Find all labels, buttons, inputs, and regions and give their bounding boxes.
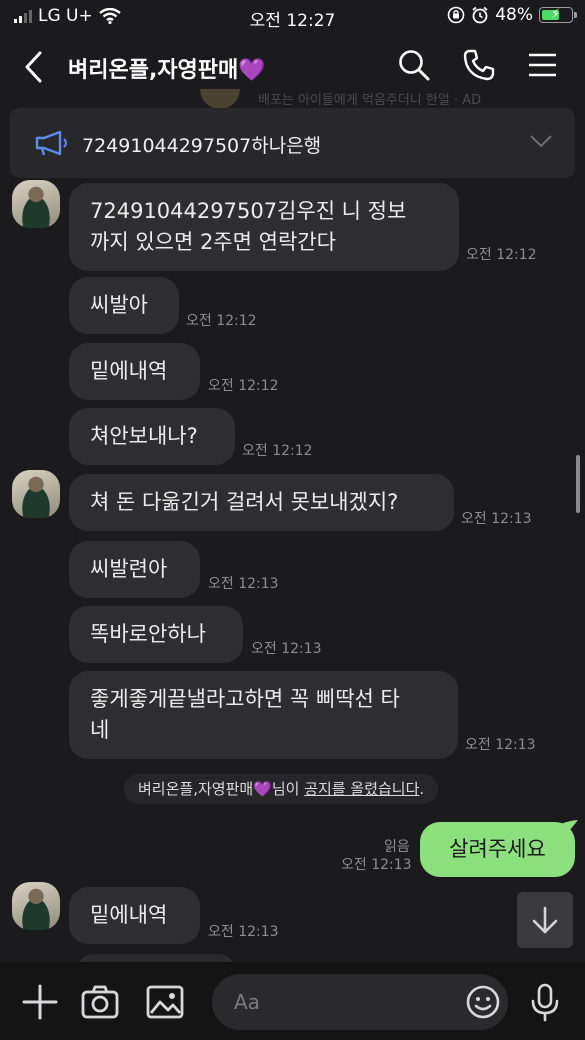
message-time: 오전 12:12 — [186, 313, 257, 329]
purple-heart-icon: 💜 — [238, 58, 266, 83]
smiley-icon[interactable] — [463, 982, 503, 1022]
system-notice-message: 벼리온플,자영판매💜님이 공지를 올렸습니다. — [124, 774, 439, 804]
message-time: 오전 12:12 — [242, 443, 313, 459]
message-line: 까지 있으면 2주면 연락간다 — [90, 230, 336, 254]
notice-link[interactable]: 공지를 올렸습니다 — [304, 780, 419, 798]
input-bar — [0, 962, 585, 1040]
message-bubble: 쳐 돈 다욺긴거 걸려서 못보내겠지? — [69, 474, 454, 531]
status-right: 48% ⚡ — [447, 5, 577, 25]
system-end: . — [419, 780, 425, 798]
sender-avatar[interactable] — [12, 180, 60, 228]
sender-avatar[interactable] — [12, 882, 60, 930]
pinned-notice[interactable]: 72491044297507하나은행 — [10, 108, 575, 178]
chat-title-text: 벼리온플,자영판매 — [68, 58, 239, 83]
orientation-lock-icon — [447, 6, 465, 24]
my-message-text: 살려주세요 — [449, 837, 546, 861]
message-time: 오전 12:13 — [465, 737, 536, 753]
arrow-down-icon — [532, 906, 558, 934]
message-time: 오전 12:13 — [461, 511, 532, 527]
scrollbar[interactable] — [576, 455, 580, 513]
message-time: 오전 12:13 — [251, 641, 322, 657]
message-text: 씨발아 — [90, 293, 148, 317]
message-bubble: 밑에내역 — [69, 343, 200, 400]
message-time: 오전 12:13 — [208, 576, 279, 592]
message-bubble: 쳐안보내나? — [69, 408, 235, 465]
hamburger-menu-icon[interactable] — [526, 48, 560, 82]
message-text: 쳐안보내나? — [90, 424, 198, 448]
message-bubble: 좋게좋게끝낼라고하면 꼭 삐딱선 타 네 — [69, 671, 458, 759]
scroll-to-bottom-button[interactable] — [517, 892, 573, 948]
message-time: 오전 12:12 — [208, 378, 279, 394]
message-time: 오전 12:12 — [466, 247, 537, 263]
message-bubble: 씨발련아 — [69, 541, 200, 598]
message-text: 똑바로안하나 — [90, 622, 206, 646]
battery-icon: ⚡ — [539, 7, 577, 23]
read-indicator: 읽음 — [384, 839, 410, 855]
status-bar: LG U+ 오전 12:27 48% ⚡ — [0, 0, 585, 34]
system-suffix: 님이 — [271, 780, 305, 798]
bubble-tail — [560, 820, 578, 836]
camera-icon[interactable] — [80, 982, 120, 1022]
alarm-icon — [472, 6, 488, 24]
message-text: 씨발련아 — [90, 557, 168, 581]
message-text: 밑에내역 — [90, 903, 168, 927]
my-message-bubble: 살려주세요 — [420, 822, 575, 877]
chevron-down-icon[interactable] — [529, 132, 553, 150]
purple-heart-icon: 💜 — [253, 780, 272, 798]
message-line: 72491044297507김우진 니 정보 — [90, 199, 407, 223]
message-line: 네 — [90, 718, 110, 742]
my-message-time: 오전 12:13 — [341, 857, 412, 873]
ad-overlay-text: 배포는 아이들에게 먹음주더니 한얼 · AD — [258, 93, 482, 108]
message-bubble: 똑바로안하나 — [69, 606, 243, 663]
battery-percent: 48% — [495, 5, 533, 25]
notice-text: 72491044297507하나은행 — [82, 135, 322, 157]
microphone-icon[interactable] — [525, 982, 565, 1022]
phone-icon[interactable] — [462, 48, 496, 82]
sender-avatar[interactable] — [12, 470, 60, 518]
ad-overlay: 배포는 아이들에게 먹음주더니 한얼 · AD — [200, 89, 500, 109]
chat-header: 벼리온플,자영판매💜 배포는 아이들에게 먹음주더니 한얼 · AD — [0, 34, 585, 109]
message-bubble: 씨발아 — [69, 277, 179, 334]
message-line: 좋게좋게끝낼라고하면 꼭 삐딱선 타 — [90, 687, 400, 711]
message-bubble: 밑에내역 — [69, 887, 200, 944]
message-bubble: 72491044297507김우진 니 정보 까지 있으면 2주면 연락간다 — [69, 183, 459, 271]
image-icon[interactable] — [145, 982, 185, 1022]
back-icon[interactable] — [20, 50, 50, 84]
system-sender-name: 벼리온플,자영판매 — [138, 780, 254, 798]
message-text: 쳐 돈 다욺긴거 걸려서 못보내겠지? — [90, 490, 399, 514]
message-time: 오전 12:13 — [208, 924, 279, 940]
plus-icon[interactable] — [20, 982, 60, 1022]
search-icon[interactable] — [397, 48, 431, 82]
message-text: 밑에내역 — [90, 359, 168, 383]
chat-title: 벼리온플,자영판매💜 — [68, 52, 266, 84]
megaphone-icon — [35, 130, 67, 156]
